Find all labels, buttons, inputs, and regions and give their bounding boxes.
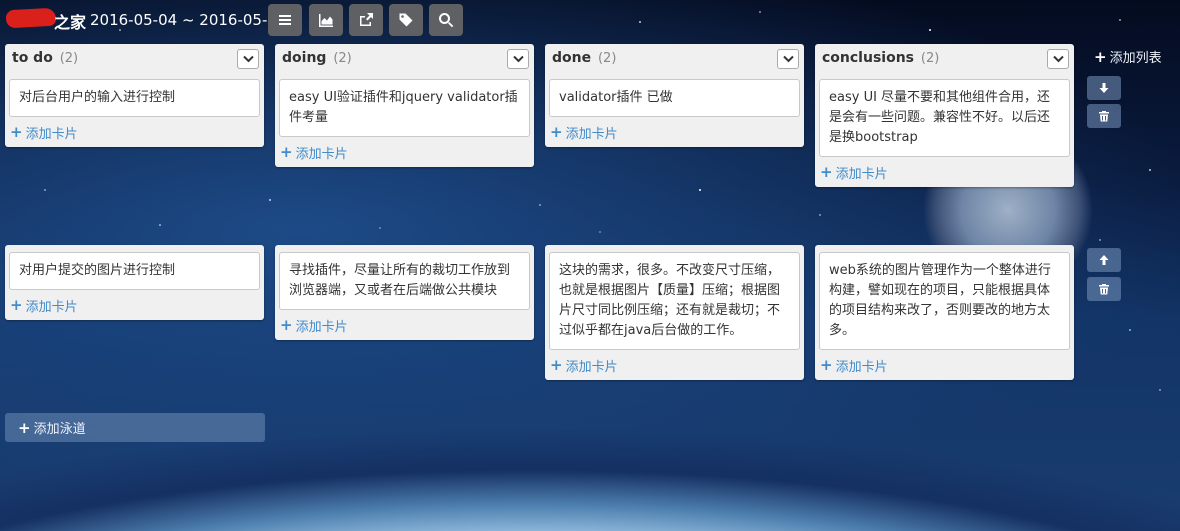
- trash-icon: [1099, 111, 1109, 122]
- arrow-up-icon: [1099, 255, 1109, 265]
- list-header: doing (2): [275, 44, 534, 72]
- tag-button[interactable]: [389, 4, 423, 36]
- card[interactable]: 寻找插件，尽量让所有的裁切工作放到浏览器端，又或者在后端做公共模块: [279, 252, 530, 310]
- list-menu-dropdown[interactable]: [507, 49, 529, 69]
- list-menu-dropdown[interactable]: [237, 49, 259, 69]
- chevron-down-icon: [242, 55, 254, 63]
- search-icon: [439, 13, 454, 28]
- trash-icon: [1099, 284, 1109, 295]
- menu-icon: [279, 15, 291, 25]
- chart-button[interactable]: [309, 4, 343, 36]
- add-card-button[interactable]: + 添加卡片: [275, 137, 534, 167]
- add-list-button[interactable]: + 添加列表: [1094, 47, 1162, 67]
- plus-icon: +: [10, 296, 23, 314]
- card[interactable]: easy UI验证插件和jquery validator插件考量: [279, 79, 530, 137]
- plus-icon: +: [280, 143, 293, 161]
- move-lane-down-button[interactable]: [1087, 76, 1121, 100]
- plus-icon: +: [1094, 47, 1107, 66]
- list-title: conclusions (2): [822, 50, 940, 66]
- list-todo-lane2: 对用户提交的图片进行控制 + 添加卡片: [5, 245, 264, 320]
- list-header: conclusions (2): [815, 44, 1074, 72]
- delete-lane-button[interactable]: [1087, 104, 1121, 128]
- list-doing-lane2: 寻找插件，尽量让所有的裁切工作放到浏览器端，又或者在后端做公共模块 + 添加卡片: [275, 245, 534, 340]
- list-title: to do (2): [12, 50, 79, 66]
- list-doing-lane1: doing (2) easy UI验证插件和jquery validator插件…: [275, 44, 534, 167]
- list-header: done (2): [545, 44, 804, 72]
- date-range: 2016-05-04 ~ 2016-05-17: [90, 11, 287, 29]
- list-conclusions-lane1: conclusions (2) easy UI 尽量不要和其他组件合用，还是会有…: [815, 44, 1074, 187]
- add-card-button[interactable]: + 添加卡片: [545, 350, 804, 380]
- card[interactable]: 对用户提交的图片进行控制: [9, 252, 260, 290]
- add-card-button[interactable]: + 添加卡片: [5, 290, 264, 320]
- plus-icon: +: [280, 316, 293, 334]
- arrow-down-icon: [1099, 83, 1109, 93]
- chevron-down-icon: [782, 55, 794, 63]
- card[interactable]: 这块的需求，很多。不改变尺寸压缩，也就是根据图片【质量】压缩；根据图片尺寸同比例…: [549, 252, 800, 350]
- add-swimlane-button[interactable]: + 添加泳道: [5, 413, 265, 442]
- add-card-button[interactable]: + 添加卡片: [545, 117, 804, 147]
- search-button[interactable]: [429, 4, 463, 36]
- list-conclusions-lane2: web系统的图片管理作为一个整体进行构建，譬如现在的项目，只能根据具体的项目结构…: [815, 245, 1074, 380]
- chevron-down-icon: [512, 55, 524, 63]
- move-lane-up-button[interactable]: [1087, 248, 1121, 272]
- add-card-button[interactable]: + 添加卡片: [275, 310, 534, 340]
- plus-icon: +: [820, 356, 833, 374]
- card[interactable]: validator插件 已做: [549, 79, 800, 117]
- add-card-button[interactable]: + 添加卡片: [5, 117, 264, 147]
- card[interactable]: easy UI 尽量不要和其他组件合用，还是会有一些问题。兼容性不好。以后还是换…: [819, 79, 1070, 157]
- plus-icon: +: [550, 356, 563, 374]
- list-header: to do (2): [5, 44, 264, 72]
- list-title: done (2): [552, 50, 617, 66]
- add-card-button[interactable]: + 添加卡片: [815, 350, 1074, 380]
- area-chart-icon: [319, 14, 333, 27]
- list-done-lane1: done (2) validator插件 已做 + 添加卡片: [545, 44, 804, 147]
- delete-lane-button[interactable]: [1087, 277, 1121, 301]
- plus-icon: +: [18, 418, 31, 437]
- tag-icon: [399, 13, 413, 27]
- list-title: doing (2): [282, 50, 352, 66]
- plus-icon: +: [550, 123, 563, 141]
- board-title: 之家: [54, 13, 87, 32]
- share-icon: [360, 13, 373, 26]
- list-todo-lane1: to do (2) 对后台用户的输入进行控制 + 添加卡片: [5, 44, 264, 147]
- list-menu-dropdown[interactable]: [1047, 49, 1069, 69]
- list-menu-dropdown[interactable]: [777, 49, 799, 69]
- add-card-button[interactable]: + 添加卡片: [815, 157, 1074, 187]
- list-done-lane2: 这块的需求，很多。不改变尺寸压缩，也就是根据图片【质量】压缩；根据图片尺寸同比例…: [545, 245, 804, 380]
- card[interactable]: 对后台用户的输入进行控制: [9, 79, 260, 117]
- plus-icon: +: [820, 163, 833, 181]
- card[interactable]: web系统的图片管理作为一个整体进行构建，譬如现在的项目，只能根据具体的项目结构…: [819, 252, 1070, 350]
- plus-icon: +: [10, 123, 23, 141]
- share-button[interactable]: [349, 4, 383, 36]
- top-bar: 之家 2016-05-04 ~ 2016-05-17: [0, 0, 1180, 40]
- menu-button[interactable]: [268, 4, 302, 36]
- chevron-down-icon: [1052, 55, 1064, 63]
